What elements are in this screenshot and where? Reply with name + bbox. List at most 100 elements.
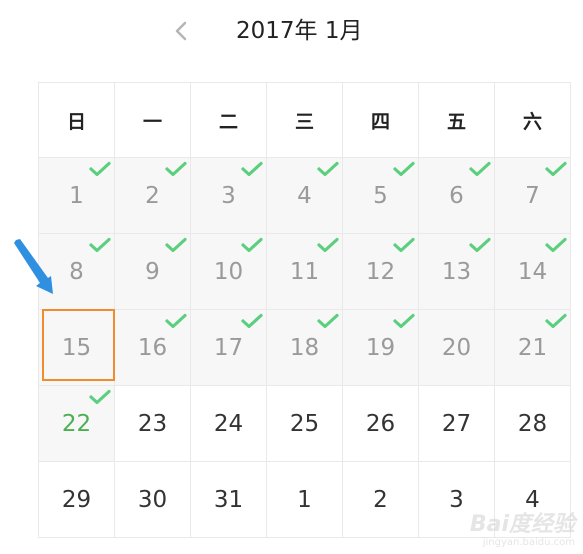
day-number: 23 [137,410,168,437]
day-cell[interactable]: 11 [267,234,343,310]
weekday-header: 一 [115,83,191,158]
checkmark-icon [393,237,415,253]
day-cell[interactable]: 21 [495,310,571,386]
checkmark-icon [393,161,415,177]
day-cell[interactable]: 19 [343,310,419,386]
chevron-left-icon [175,21,187,41]
day-number: 13 [441,258,472,285]
day-cell[interactable]: 15 [39,310,115,386]
weekday-header: 六 [495,83,571,158]
month-title: 2017年 1月 [236,18,363,44]
day-cell-today[interactable]: 22 [39,386,115,462]
day-number: 1 [297,486,312,513]
day-number: 27 [441,410,472,437]
day-cell[interactable]: 4 [267,158,343,234]
day-number: 10 [213,258,244,285]
watermark-url: jingyan.baidu.com [482,537,575,548]
day-cell[interactable]: 1 [267,462,343,538]
day-cell[interactable]: 4 [495,462,571,538]
calendar-grid: 日一二三四五六 1 2 3 4 5 6 7 8 9 10 11 12 13 14 15 16 17 18 19 20 21… [38,82,571,538]
weekday-header: 五 [419,83,495,158]
day-cell[interactable]: 6 [419,158,495,234]
checkmark-icon [241,313,263,329]
checkmark-icon [89,389,111,405]
day-number: 8 [69,258,84,285]
day-cell[interactable]: 2 [343,462,419,538]
weekday-header: 二 [191,83,267,158]
checkmark-icon [165,161,187,177]
checkmark-icon [393,313,415,329]
day-cell[interactable]: 17 [191,310,267,386]
checkmark-icon [469,161,491,177]
day-number: 30 [137,486,168,513]
day-cell[interactable]: 1 [39,158,115,234]
annotation-arrow-icon [14,239,53,294]
day-number: 3 [221,182,236,209]
day-cell[interactable]: 5 [343,158,419,234]
day-number: 12 [365,258,396,285]
day-cell[interactable]: 2 [115,158,191,234]
day-cell[interactable]: 30 [115,462,191,538]
day-number: 16 [137,334,168,361]
checkmark-icon [317,161,339,177]
day-number: 3 [449,486,464,513]
day-cell[interactable]: 26 [343,386,419,462]
day-cell[interactable]: 24 [191,386,267,462]
day-cell[interactable]: 16 [115,310,191,386]
day-cell[interactable]: 28 [495,386,571,462]
day-cell[interactable]: 27 [419,386,495,462]
checkmark-icon [241,237,263,253]
day-number: 6 [449,182,464,209]
day-number: 5 [373,182,388,209]
day-number: 14 [517,258,548,285]
day-number: 9 [145,258,160,285]
day-cell[interactable]: 12 [343,234,419,310]
checkmark-icon [89,237,111,253]
day-cell[interactable]: 3 [191,158,267,234]
day-cell[interactable]: 14 [495,234,571,310]
day-cell[interactable]: 7 [495,158,571,234]
day-number: 2 [145,182,160,209]
day-cell[interactable]: 9 [115,234,191,310]
day-cell[interactable]: 13 [419,234,495,310]
weekday-header: 三 [267,83,343,158]
checkmark-icon [165,237,187,253]
day-number: 29 [61,486,92,513]
checkmark-icon [469,237,491,253]
day-number: 7 [525,182,540,209]
calendar-header: 2017年 1月 [0,0,583,62]
day-number: 31 [213,486,244,513]
day-cell[interactable]: 29 [39,462,115,538]
day-number: 17 [213,334,244,361]
day-number: 21 [517,334,548,361]
day-number: 4 [525,486,540,513]
checkmark-icon [241,161,263,177]
checkmark-icon [317,313,339,329]
checkmark-icon [165,313,187,329]
day-cell[interactable]: 3 [419,462,495,538]
day-number: 20 [441,334,472,361]
day-cell[interactable]: 20 [419,310,495,386]
day-number: 28 [517,410,548,437]
checkmark-icon [317,237,339,253]
checkmark-icon [545,313,567,329]
calendar-page: 2017年 1月 日一二三四五六 1 2 3 4 5 6 7 8 9 10 11 12 13 14 15 16 1… [0,0,583,554]
day-cell[interactable]: 25 [267,386,343,462]
checkmark-icon [89,161,111,177]
day-number: 11 [289,258,320,285]
day-cell[interactable]: 23 [115,386,191,462]
weekday-header: 四 [343,83,419,158]
checkmark-icon [545,161,567,177]
day-cell[interactable]: 18 [267,310,343,386]
day-number: 1 [69,182,84,209]
checkmark-icon [545,237,567,253]
day-number: 26 [365,410,396,437]
day-number: 24 [213,410,244,437]
day-cell[interactable]: 31 [191,462,267,538]
weekday-header: 日 [39,83,115,158]
day-number: 25 [289,410,320,437]
day-cell[interactable]: 10 [191,234,267,310]
day-number: 4 [297,182,312,209]
prev-month-button[interactable] [168,16,194,46]
day-number: 18 [289,334,320,361]
